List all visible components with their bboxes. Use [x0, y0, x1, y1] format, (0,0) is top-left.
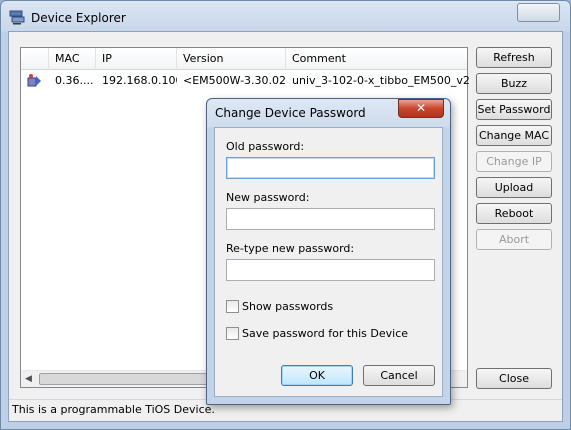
- cell-version: <EM500W-3.30.02>: [183, 74, 286, 87]
- scroll-left-icon[interactable]: ◀: [25, 374, 32, 384]
- scrollbar-thumb[interactable]: [39, 373, 219, 385]
- column-version[interactable]: Version: [177, 48, 286, 70]
- dialog-body: Old password: New password: Re-type new …: [214, 127, 443, 397]
- device-icon: [27, 74, 41, 87]
- show-passwords-checkbox[interactable]: Show passwords: [226, 300, 426, 314]
- title-bar: Device Explorer: [1, 1, 570, 31]
- set-password-button[interactable]: Set Password: [476, 99, 552, 120]
- save-password-checkbox-box[interactable]: [226, 327, 239, 340]
- window-close-button[interactable]: [517, 3, 560, 22]
- table-row[interactable]: 0.36.... 192.168.0.100 <EM500W-3.30.02> …: [21, 71, 469, 90]
- column-mac[interactable]: MAC: [49, 48, 96, 70]
- network-devices-icon: [9, 10, 25, 25]
- column-comment[interactable]: Comment: [286, 48, 469, 70]
- close-button[interactable]: Close: [476, 368, 552, 389]
- device-explorer-window: Device Explorer MAC IP Version Comment 0…: [0, 0, 571, 430]
- dialog-title: Change Device Password: [215, 106, 366, 120]
- abort-button[interactable]: Abort: [476, 229, 552, 250]
- dialog-close-button[interactable]: ✕: [398, 99, 444, 118]
- change-mac-button[interactable]: Change MAC: [476, 125, 552, 146]
- cell-ip: 192.168.0.100: [102, 74, 177, 87]
- column-icon[interactable]: [21, 48, 49, 70]
- cancel-button[interactable]: Cancel: [363, 365, 435, 386]
- save-password-checkbox[interactable]: Save password for this Device: [226, 327, 436, 341]
- reboot-button[interactable]: Reboot: [476, 203, 552, 224]
- old-password-label: Old password:: [226, 140, 305, 153]
- column-ip[interactable]: IP: [96, 48, 177, 70]
- cell-comment: univ_3-102-0-x_tibbo_EM500_v2.0: [292, 74, 469, 87]
- new-password-field[interactable]: [226, 208, 435, 230]
- close-icon: ✕: [415, 101, 427, 115]
- ok-button[interactable]: OK: [281, 365, 353, 386]
- save-password-label: Save password for this Device: [242, 327, 409, 340]
- window-title: Device Explorer: [31, 11, 126, 25]
- show-passwords-checkbox-box[interactable]: [226, 300, 239, 313]
- buzz-button[interactable]: Buzz: [476, 73, 552, 94]
- retype-password-field[interactable]: [226, 259, 435, 281]
- upload-button[interactable]: Upload: [476, 177, 552, 198]
- show-passwords-label: Show passwords: [242, 300, 334, 313]
- old-password-field[interactable]: [226, 157, 435, 179]
- new-password-label: New password:: [226, 191, 310, 204]
- device-list-header: MAC IP Version Comment: [21, 48, 467, 70]
- retype-password-label: Re-type new password:: [226, 242, 355, 255]
- change-password-dialog: Change Device Password ✕ Old password: N…: [206, 98, 451, 405]
- change-ip-button[interactable]: Change IP: [476, 151, 552, 172]
- refresh-button[interactable]: Refresh: [476, 47, 552, 68]
- cell-mac: 0.36....: [55, 74, 94, 87]
